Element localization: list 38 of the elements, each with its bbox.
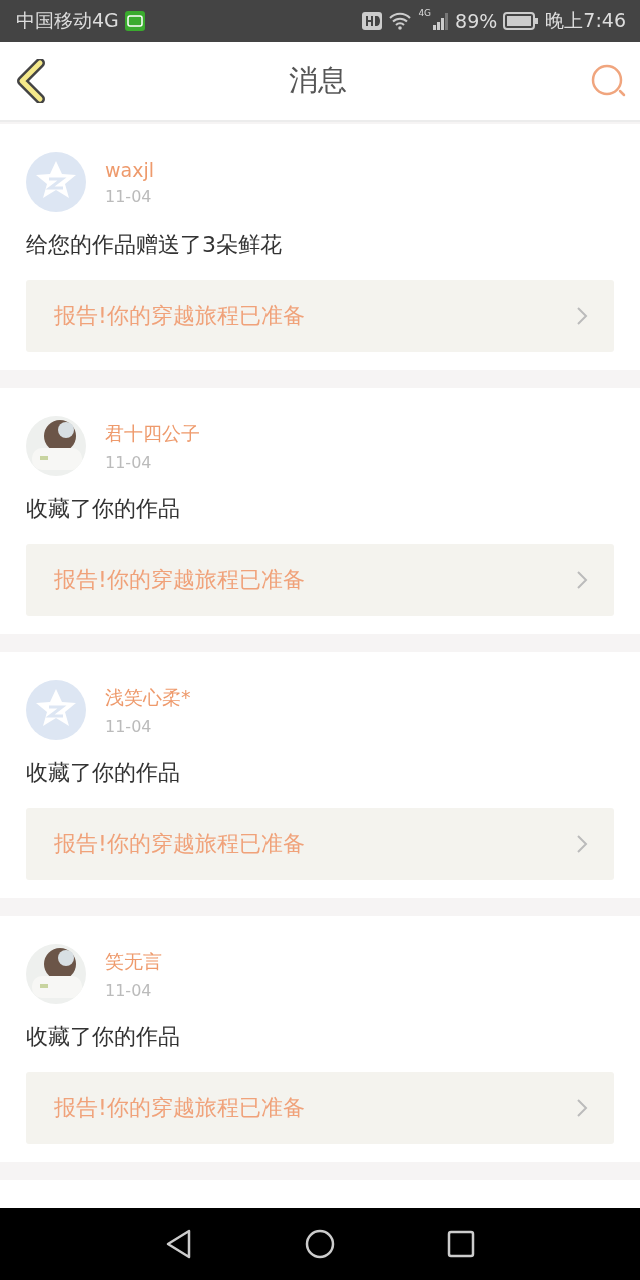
search-icon [590, 63, 626, 99]
signal-icon [433, 12, 450, 30]
story-link[interactable]: 报告!你的穿越旅程已准备 [26, 1072, 614, 1144]
battery-icon [503, 12, 540, 30]
back-button[interactable] [16, 59, 46, 103]
chevron-icon [576, 1098, 588, 1118]
wifi-icon [388, 12, 413, 30]
hd-icon [362, 12, 383, 30]
avatar-icon [26, 152, 86, 212]
story-link[interactable]: 报告!你的穿越旅程已准备 [26, 544, 614, 616]
home-nav-icon[interactable] [305, 1229, 335, 1259]
message-date: 11-04 [105, 980, 153, 1000]
app-badge-icon [124, 11, 145, 31]
message-text: 收藏了你的作品 [26, 759, 181, 787]
clock: 晚上7:46 [545, 8, 626, 33]
message-date: 11-04 [105, 186, 153, 206]
user-name[interactable]: waxjl [105, 158, 154, 181]
story-link[interactable]: 报告!你的穿越旅程已准备 [26, 280, 614, 352]
back-nav-icon[interactable] [165, 1229, 193, 1259]
message-date: 11-04 [105, 452, 153, 472]
message-date: 11-04 [105, 716, 153, 736]
message-text: 收藏了你的作品 [26, 495, 181, 523]
message-text: 收藏了你的作品 [26, 1023, 181, 1051]
network-label: 4G [418, 8, 432, 18]
story-link[interactable]: 报告!你的穿越旅程已准备 [26, 808, 614, 880]
back-icon [16, 59, 46, 103]
avatar-icon [26, 680, 86, 740]
user-name[interactable]: 君十四公子 [105, 420, 200, 447]
recents-nav-icon[interactable] [447, 1230, 475, 1258]
chevron-icon [576, 306, 588, 326]
carrier-label: 中国移动4G [16, 8, 119, 33]
message-text: 给您的作品赠送了3朵鲜花 [26, 231, 283, 259]
battery-percent: 89% [455, 10, 498, 32]
page-title: 消息 [289, 62, 347, 99]
chevron-icon [576, 834, 588, 854]
user-name[interactable]: 笑无言 [105, 948, 162, 975]
chevron-icon [576, 570, 588, 590]
user-name[interactable]: 浅笑心柔* [105, 684, 191, 711]
